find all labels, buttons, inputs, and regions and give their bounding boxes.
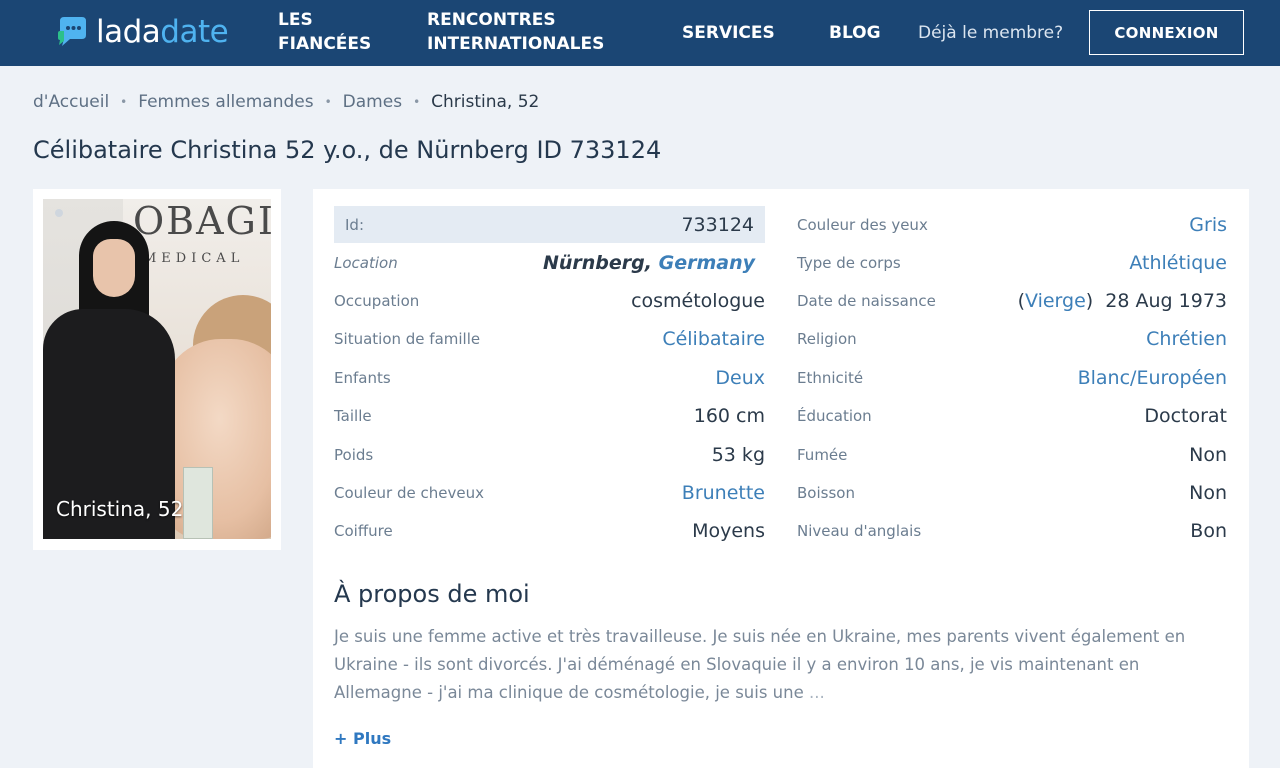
nav-les-fiancees-line1: LES <box>278 10 313 30</box>
detail-value-education: Doctorat <box>1144 405 1227 427</box>
already-member-text: Déjà le membre? <box>918 23 1064 43</box>
detail-label-smoking: Fumée <box>797 446 848 464</box>
location-country-link[interactable]: Germany <box>659 252 755 274</box>
detail-value-drinking: Non <box>1189 482 1227 504</box>
detail-value-birth: (Vierge) 28 Aug 1973 <box>1018 290 1227 312</box>
detail-row-weight: Poids 53 kg <box>334 436 765 474</box>
nav-rencontres-line1: RENCONTRES <box>427 10 556 30</box>
detail-label-birth: Date de naissance <box>797 292 936 310</box>
about-me-body: Je suis une femme active et très travail… <box>334 627 1186 702</box>
show-more-link[interactable]: + Plus <box>334 729 391 748</box>
profile-details-card: Id: 733124 Location Nürnberg, Germany Oc… <box>313 189 1249 768</box>
about-me-ellipsis: ... <box>809 683 825 702</box>
breadcrumb-separator: • <box>413 95 421 109</box>
nav-rencontres-line2: INTERNATIONALES <box>427 34 605 54</box>
nav-rencontres-internationales[interactable]: RENCONTRES INTERNATIONALES <box>427 8 604 56</box>
detail-row-religion: Religion Chrétien <box>797 320 1227 358</box>
top-navbar: ladadate LES FIANCÉES RENCONTRES INTERNA… <box>0 0 1280 66</box>
photo-caption: Christina, 52 <box>56 497 184 521</box>
detail-label-drinking: Boisson <box>797 484 855 502</box>
breadcrumb-current: Christina, 52 <box>431 92 540 112</box>
detail-label-ethnicity: Ethnicité <box>797 369 864 387</box>
detail-value-children-link[interactable]: Deux <box>715 367 765 389</box>
detail-value-eyes-link[interactable]: Gris <box>1189 214 1227 236</box>
detail-value-ethnicity-link[interactable]: Blanc/Européen <box>1078 367 1227 389</box>
birth-paren-close: ) <box>1085 290 1094 312</box>
detail-row-occupation: Occupation cosmétologue <box>334 282 765 320</box>
detail-value-id: 733124 <box>681 214 754 236</box>
nav-les-fiancees[interactable]: LES FIANCÉES <box>278 8 371 56</box>
detail-label-hairstyle: Coiffure <box>334 522 393 540</box>
detail-label-height: Taille <box>334 407 372 425</box>
profile-photo[interactable]: OBAGI MEDICAL Christina, 52 <box>43 199 271 539</box>
chat-bubble-logo-icon <box>56 15 90 49</box>
detail-row-hairstyle: Coiffure Moyens <box>334 512 765 550</box>
logo-text-lada: lada <box>96 14 161 50</box>
breadcrumb-separator: • <box>120 95 128 109</box>
nav-services[interactable]: SERVICES <box>682 21 775 45</box>
page-title: Célibataire Christina 52 y.o., de Nürnbe… <box>33 136 662 164</box>
detail-value-religion-link[interactable]: Chrétien <box>1146 328 1227 350</box>
detail-row-height: Taille 160 cm <box>334 397 765 435</box>
detail-label-id: Id: <box>345 216 364 234</box>
photo-indicator-dot <box>55 209 63 217</box>
detail-row-marital: Situation de famille Célibataire <box>334 320 765 358</box>
detail-row-smoking: Fumée Non <box>797 436 1227 474</box>
breadcrumb: d'Accueil • Femmes allemandes • Dames • … <box>33 90 539 114</box>
detail-value-hairstyle: Moyens <box>692 520 765 542</box>
breadcrumb-german-women[interactable]: Femmes allemandes <box>138 90 313 114</box>
detail-value-hair-color-link[interactable]: Brunette <box>682 482 765 504</box>
detail-row-education: Éducation Doctorat <box>797 397 1227 435</box>
detail-label-marital: Situation de famille <box>334 330 481 348</box>
detail-value-body-type-link[interactable]: Athlétique <box>1129 252 1227 274</box>
photo-poster-brand-sub: MEDICAL <box>143 251 245 266</box>
detail-value-english: Bon <box>1190 520 1227 542</box>
detail-value-occupation: cosmétologue <box>631 290 765 312</box>
photo-person-face <box>93 239 135 297</box>
detail-label-weight: Poids <box>334 446 374 464</box>
detail-label-english: Niveau d'anglais <box>797 522 922 540</box>
detail-row-hair-color: Couleur de cheveux Brunette <box>334 474 765 512</box>
detail-value-weight: 53 kg <box>711 444 765 466</box>
detail-label-eyes: Couleur des yeux <box>797 216 928 234</box>
breadcrumb-home[interactable]: d'Accueil <box>33 90 109 114</box>
detail-label-religion: Religion <box>797 330 857 348</box>
detail-value-smoking: Non <box>1189 444 1227 466</box>
detail-label-occupation: Occupation <box>334 292 420 310</box>
detail-row-eyes: Couleur des yeux Gris <box>797 206 1227 244</box>
nav-les-fiancees-line2: FIANCÉES <box>278 34 372 54</box>
detail-value-height: 160 cm <box>693 405 765 427</box>
detail-value-location: Nürnberg, Germany <box>543 252 765 274</box>
detail-row-birth: Date de naissance (Vierge) 28 Aug 1973 <box>797 282 1227 320</box>
location-city: Nürnberg, <box>542 252 652 274</box>
detail-row-english: Niveau d'anglais Bon <box>797 512 1227 550</box>
detail-row-drinking: Boisson Non <box>797 474 1227 512</box>
photo-poster-brand: OBAGI <box>133 199 271 243</box>
detail-label-education: Éducation <box>797 407 872 425</box>
logo-text-date: date <box>160 14 229 50</box>
about-me-text: Je suis une femme active et très travail… <box>334 623 1229 707</box>
detail-label-location: Location <box>334 254 398 272</box>
photo-product-bottle <box>183 467 213 539</box>
detail-label-children: Enfants <box>334 369 391 387</box>
about-me-heading: À propos de moi <box>334 580 530 608</box>
breadcrumb-separator: • <box>324 95 332 109</box>
detail-row-id: Id: 733124 <box>334 206 765 244</box>
logo-wordmark: ladadate <box>96 14 229 50</box>
detail-value-marital-link[interactable]: Célibataire <box>662 328 765 350</box>
detail-label-hair-color: Couleur de cheveux <box>334 484 484 502</box>
breadcrumb-ladies[interactable]: Dames <box>343 90 402 114</box>
profile-photo-card: OBAGI MEDICAL Christina, 52 <box>33 189 281 550</box>
nav-blog[interactable]: BLOG <box>829 21 881 45</box>
detail-row-body-type: Type de corps Athlétique <box>797 244 1227 282</box>
detail-row-ethnicity: Ethnicité Blanc/Européen <box>797 359 1227 397</box>
birth-paren-open: ( <box>1017 290 1025 312</box>
detail-label-body-type: Type de corps <box>797 254 901 272</box>
lada-date-logo[interactable]: ladadate <box>56 14 229 50</box>
detail-row-children: Enfants Deux <box>334 359 765 397</box>
login-button[interactable]: CONNEXION <box>1089 10 1244 55</box>
detail-row-location: Location Nürnberg, Germany <box>334 244 765 282</box>
birth-date: 28 Aug 1973 <box>1105 290 1227 312</box>
zodiac-sign-link[interactable]: Vierge <box>1025 290 1086 312</box>
